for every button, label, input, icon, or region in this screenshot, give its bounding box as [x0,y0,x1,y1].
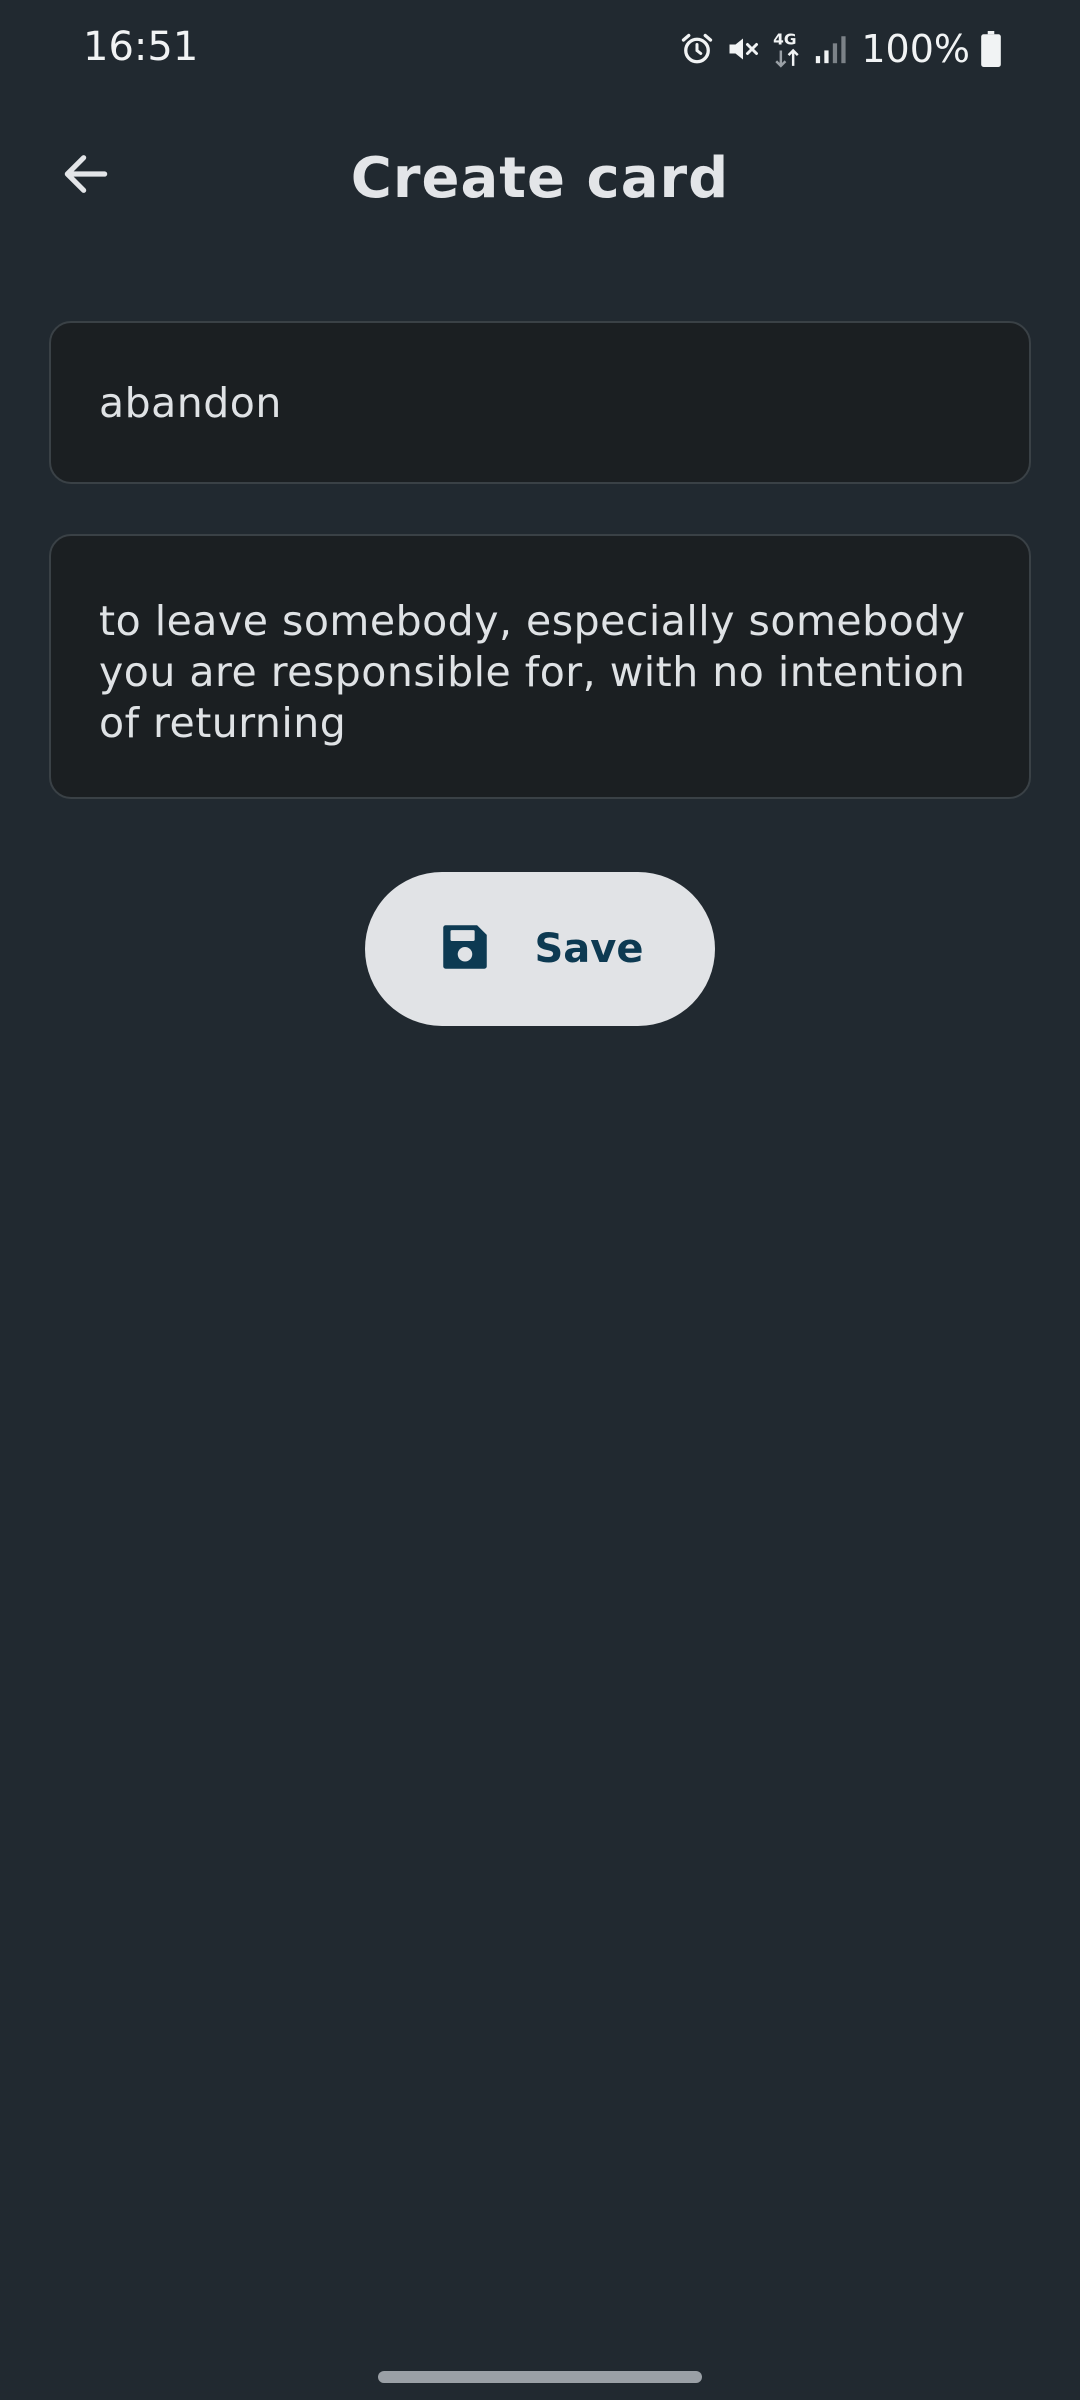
front-text-value: abandon [99,378,282,427]
svg-text:4G: 4G [774,30,797,48]
battery-percentage: 100% [861,27,970,71]
mute-icon [725,31,761,67]
floppy-disk-icon [436,918,494,980]
status-icons: 4G 100% [679,24,1002,74]
save-button[interactable]: Save [365,872,715,1026]
status-bar: 16:51 4G 100% [0,0,1080,100]
alarm-icon [679,31,715,67]
network-4g-icon: 4G [771,29,803,69]
front-text-field[interactable]: abandon [49,321,1031,484]
back-text-field[interactable]: to leave somebody, especially somebody y… [49,534,1031,799]
signal-icon [813,31,847,67]
home-indicator[interactable] [378,2371,702,2383]
battery-icon [980,31,1002,67]
page-title: Create card [350,146,730,211]
status-time: 16:51 [83,24,199,70]
back-text-value: to leave somebody, especially somebody y… [99,597,966,747]
save-button-label: Save [534,926,644,972]
